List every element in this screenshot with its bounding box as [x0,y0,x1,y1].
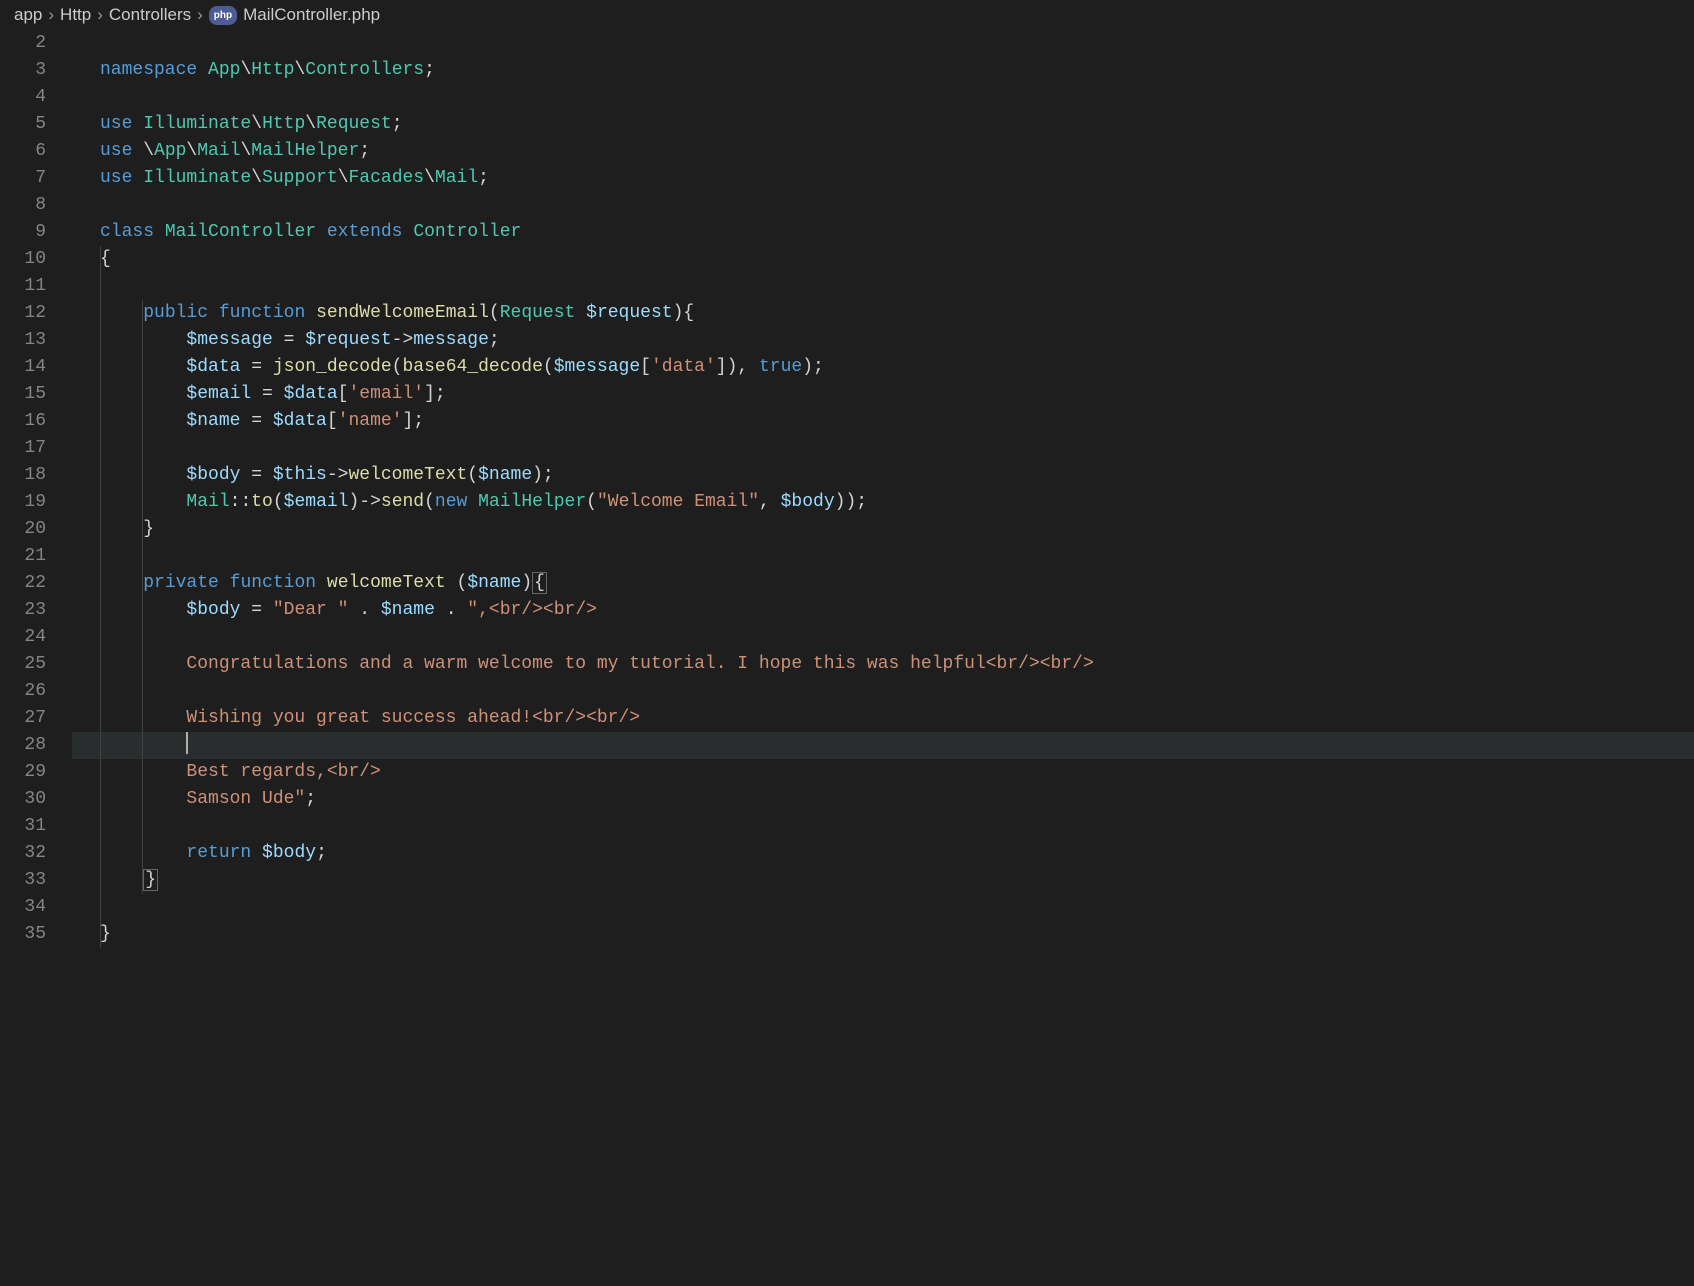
code-line-28[interactable] [72,732,1694,759]
line-number: 14 [0,354,46,381]
code-line-17[interactable] [72,435,1694,462]
line-number: 6 [0,138,46,165]
code-line-4[interactable] [72,84,1694,111]
line-number: 10 [0,246,46,273]
breadcrumb-seg-app[interactable]: app [14,2,42,28]
text-cursor [186,732,188,754]
code-line-32[interactable]: return $body; [72,840,1694,867]
line-number: 27 [0,705,46,732]
line-number: 13 [0,327,46,354]
line-number: 29 [0,759,46,786]
line-number: 17 [0,435,46,462]
code-line-13[interactable]: $message = $request->message; [72,327,1694,354]
line-number-gutter: 2345678910111213141516171819202122232425… [0,30,72,948]
chevron-right-icon: › [197,2,203,28]
code-line-10[interactable]: { [72,246,1694,273]
code-line-27[interactable]: Wishing you great success ahead!<br/><br… [72,705,1694,732]
code-line-16[interactable]: $name = $data['name']; [72,408,1694,435]
breadcrumb-seg-http[interactable]: Http [60,2,91,28]
line-number: 2 [0,30,46,57]
code-line-24[interactable] [72,624,1694,651]
code-line-30[interactable]: Samson Ude"; [72,786,1694,813]
code-line-9[interactable]: class MailController extends Controller [72,219,1694,246]
line-number: 34 [0,894,46,921]
code-line-22[interactable]: private function welcomeText ($name){ [72,570,1694,597]
line-number: 12 [0,300,46,327]
line-number: 23 [0,597,46,624]
line-number: 35 [0,921,46,948]
code-line-31[interactable] [72,813,1694,840]
line-number: 5 [0,111,46,138]
line-number: 4 [0,84,46,111]
code-line-7[interactable]: use Illuminate\Support\Facades\Mail; [72,165,1694,192]
code-line-29[interactable]: Best regards,<br/> [72,759,1694,786]
line-number: 30 [0,786,46,813]
line-number: 21 [0,543,46,570]
code-line-6[interactable]: use \App\Mail\MailHelper; [72,138,1694,165]
code-line-33[interactable]: } [72,867,1694,894]
code-line-18[interactable]: $body = $this->welcomeText($name); [72,462,1694,489]
code-area[interactable]: namespace App\Http\Controllers; use Illum… [72,30,1694,948]
line-number: 3 [0,57,46,84]
line-number: 25 [0,651,46,678]
code-line-34[interactable] [72,894,1694,921]
line-number: 16 [0,408,46,435]
code-line-26[interactable] [72,678,1694,705]
code-line-8[interactable] [72,192,1694,219]
line-number: 9 [0,219,46,246]
code-line-23[interactable]: $body = "Dear " . $name . ",<br/><br/> [72,597,1694,624]
line-number: 26 [0,678,46,705]
code-line-11[interactable] [72,273,1694,300]
code-line-35[interactable]: } [72,921,1694,948]
php-file-icon: php [209,6,237,25]
chevron-right-icon: › [48,2,54,28]
line-number: 31 [0,813,46,840]
line-number: 8 [0,192,46,219]
breadcrumb-file[interactable]: MailController.php [243,2,380,28]
line-number: 18 [0,462,46,489]
line-number: 24 [0,624,46,651]
code-line-3[interactable]: namespace App\Http\Controllers; [72,57,1694,84]
line-number: 11 [0,273,46,300]
line-number: 7 [0,165,46,192]
code-line-21[interactable] [72,543,1694,570]
chevron-right-icon: › [97,2,103,28]
code-line-2[interactable] [72,30,1694,57]
breadcrumb[interactable]: app › Http › Controllers › php MailContr… [0,0,1694,30]
code-line-25[interactable]: Congratulations and a warm welcome to my… [72,651,1694,678]
line-number: 28 [0,732,46,759]
line-number: 33 [0,867,46,894]
line-number: 15 [0,381,46,408]
code-line-20[interactable]: } [72,516,1694,543]
line-number: 20 [0,516,46,543]
line-number: 32 [0,840,46,867]
line-number: 19 [0,489,46,516]
code-line-5[interactable]: use Illuminate\Http\Request; [72,111,1694,138]
code-editor[interactable]: 2345678910111213141516171819202122232425… [0,30,1694,948]
code-line-19[interactable]: Mail::to($email)->send(new MailHelper("W… [72,489,1694,516]
code-line-15[interactable]: $email = $data['email']; [72,381,1694,408]
code-line-12[interactable]: public function sendWelcomeEmail(Request… [72,300,1694,327]
breadcrumb-seg-controllers[interactable]: Controllers [109,2,191,28]
code-line-14[interactable]: $data = json_decode(base64_decode($messa… [72,354,1694,381]
line-number: 22 [0,570,46,597]
